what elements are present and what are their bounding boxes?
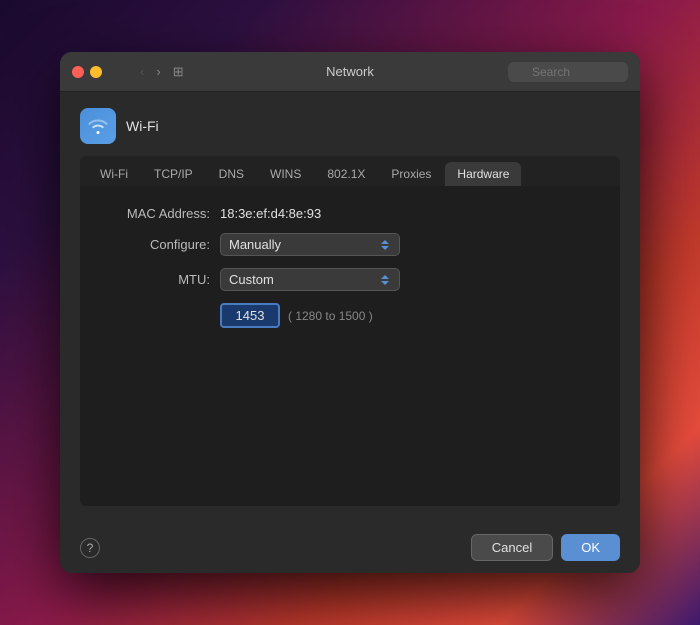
mac-label: MAC Address: bbox=[100, 206, 210, 221]
action-buttons: Cancel OK bbox=[471, 534, 620, 561]
titlebar-nav: ‹ › bbox=[136, 62, 165, 81]
tab-proxies[interactable]: Proxies bbox=[379, 162, 443, 186]
tab-tcpip[interactable]: TCP/IP bbox=[142, 162, 205, 186]
configure-dropdown-value: Manually bbox=[229, 237, 281, 252]
cancel-button[interactable]: Cancel bbox=[471, 534, 553, 561]
mtu-dropdown-arrow bbox=[379, 273, 391, 287]
ok-button[interactable]: OK bbox=[561, 534, 620, 561]
bottom-bar: ? Cancel OK bbox=[60, 522, 640, 573]
tab-wins[interactable]: WINS bbox=[258, 162, 313, 186]
tab-8021x[interactable]: 802.1X bbox=[315, 162, 377, 186]
wifi-header: Wi-Fi bbox=[80, 108, 620, 144]
search-wrapper bbox=[508, 62, 628, 82]
configure-label: Configure: bbox=[100, 237, 210, 252]
titlebar: ‹ › ⊞ Network bbox=[60, 52, 640, 92]
tab-dns[interactable]: DNS bbox=[207, 162, 256, 186]
tab-wifi[interactable]: Wi-Fi bbox=[88, 162, 140, 186]
configure-dropdown[interactable]: Manually bbox=[220, 233, 400, 256]
help-button[interactable]: ? bbox=[80, 538, 100, 558]
mtu-input[interactable] bbox=[220, 303, 280, 328]
mac-value: 18:3e:ef:d4:8e:93 bbox=[220, 206, 321, 221]
mtu-dropdown-value: Custom bbox=[229, 272, 274, 287]
minimize-button[interactable] bbox=[90, 66, 102, 78]
search-input[interactable] bbox=[508, 62, 628, 82]
window-title: Network bbox=[326, 64, 374, 79]
mtu-label: MTU: bbox=[100, 272, 210, 287]
traffic-lights bbox=[72, 66, 120, 78]
mtu-dropdown[interactable]: Custom bbox=[220, 268, 400, 291]
network-window: ‹ › ⊞ Network Wi-Fi Wi-Fi TCP/IP bbox=[60, 52, 640, 573]
mtu-range-label: ( 1280 to 1500 ) bbox=[288, 309, 373, 323]
content-area: Wi-Fi Wi-Fi TCP/IP DNS WINS 802.1X Proxi… bbox=[60, 92, 640, 522]
wifi-label: Wi-Fi bbox=[126, 118, 159, 134]
forward-arrow[interactable]: › bbox=[152, 62, 164, 81]
configure-dropdown-arrow bbox=[379, 238, 391, 252]
mtu-row: MTU: Custom bbox=[100, 268, 600, 291]
mac-address-row: MAC Address: 18:3e:ef:d4:8e:93 bbox=[100, 206, 600, 221]
maximize-button bbox=[108, 66, 120, 78]
tabs-section: Wi-Fi TCP/IP DNS WINS 802.1X Proxies Har… bbox=[80, 156, 620, 506]
hardware-panel: MAC Address: 18:3e:ef:d4:8e:93 Configure… bbox=[80, 186, 620, 506]
tabs-bar: Wi-Fi TCP/IP DNS WINS 802.1X Proxies Har… bbox=[80, 156, 620, 186]
grid-icon: ⊞ bbox=[173, 64, 184, 80]
wifi-icon bbox=[80, 108, 116, 144]
back-arrow[interactable]: ‹ bbox=[136, 62, 148, 81]
configure-row: Configure: Manually bbox=[100, 233, 600, 256]
mtu-input-row: ( 1280 to 1500 ) bbox=[220, 303, 600, 328]
close-button[interactable] bbox=[72, 66, 84, 78]
tab-hardware[interactable]: Hardware bbox=[445, 162, 521, 186]
